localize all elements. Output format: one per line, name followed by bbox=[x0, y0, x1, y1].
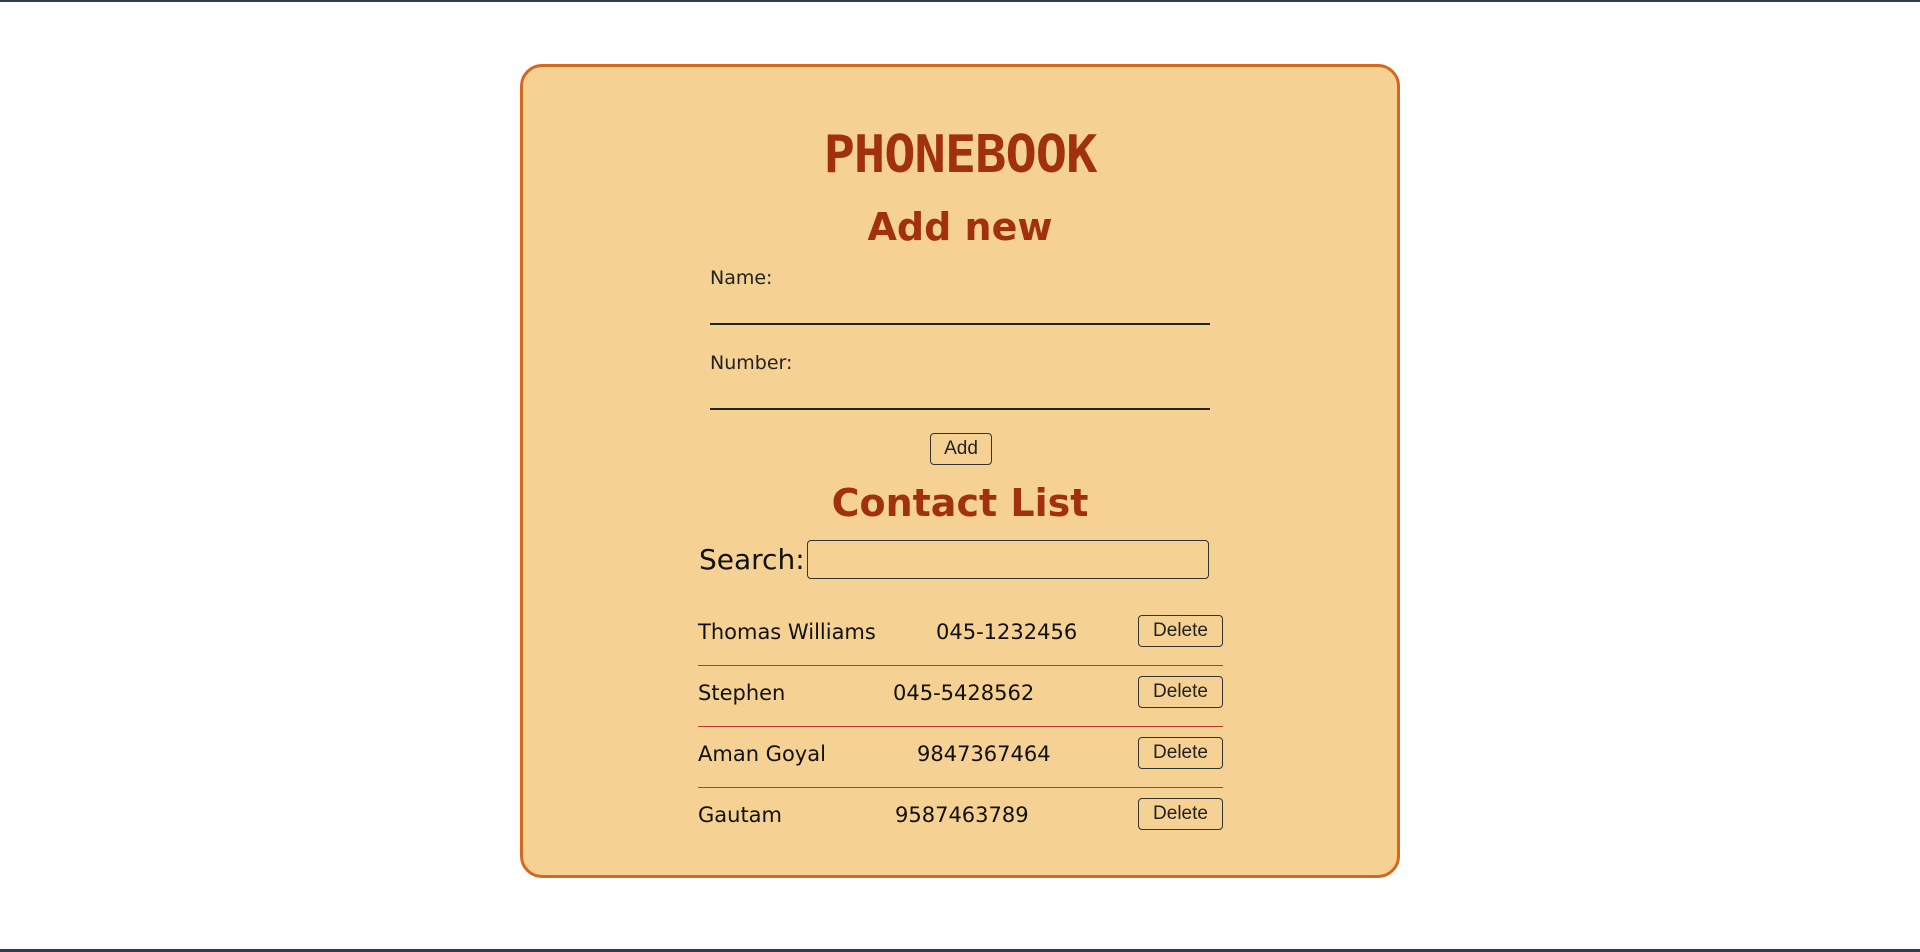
contact-row: Thomas Williams 045-1232456 Delete bbox=[698, 605, 1223, 666]
add-button[interactable]: Add bbox=[930, 433, 992, 465]
delete-button[interactable]: Delete bbox=[1138, 737, 1223, 769]
contact-row: Gautam 9587463789 Delete bbox=[698, 788, 1223, 849]
delete-button[interactable]: Delete bbox=[1138, 676, 1223, 708]
contact-list: Thomas Williams 045-1232456 Delete Steph… bbox=[698, 605, 1223, 849]
contact-row: Stephen 045-5428562 Delete bbox=[698, 666, 1223, 727]
app-title: PHONEBOOK bbox=[823, 125, 1098, 185]
contact-number: 9847367464 bbox=[917, 742, 1051, 766]
contact-name: Stephen bbox=[698, 681, 786, 705]
delete-button[interactable]: Delete bbox=[1138, 615, 1223, 647]
contact-name: Thomas Williams bbox=[698, 620, 876, 644]
window-top-edge bbox=[0, 0, 1920, 2]
add-new-heading: Add new bbox=[867, 205, 1053, 249]
name-label: Name: bbox=[710, 267, 773, 289]
contact-number: 045-1232456 bbox=[936, 620, 1078, 644]
phonebook-card: PHONEBOOK Add new Name: Number: Add Cont… bbox=[520, 64, 1400, 878]
name-field[interactable] bbox=[710, 295, 1210, 325]
contact-number: 045-5428562 bbox=[893, 681, 1035, 705]
contact-name: Aman Goyal bbox=[698, 742, 826, 766]
number-label: Number: bbox=[710, 352, 793, 374]
contact-list-heading: Contact List bbox=[831, 481, 1089, 525]
contact-number: 9587463789 bbox=[895, 803, 1029, 827]
number-field[interactable] bbox=[710, 380, 1210, 410]
contact-row: Aman Goyal 9847367464 Delete bbox=[698, 727, 1223, 788]
contact-name: Gautam bbox=[698, 803, 783, 827]
search-label: Search: bbox=[699, 543, 805, 576]
search-input[interactable] bbox=[807, 540, 1209, 579]
delete-button[interactable]: Delete bbox=[1138, 798, 1223, 830]
